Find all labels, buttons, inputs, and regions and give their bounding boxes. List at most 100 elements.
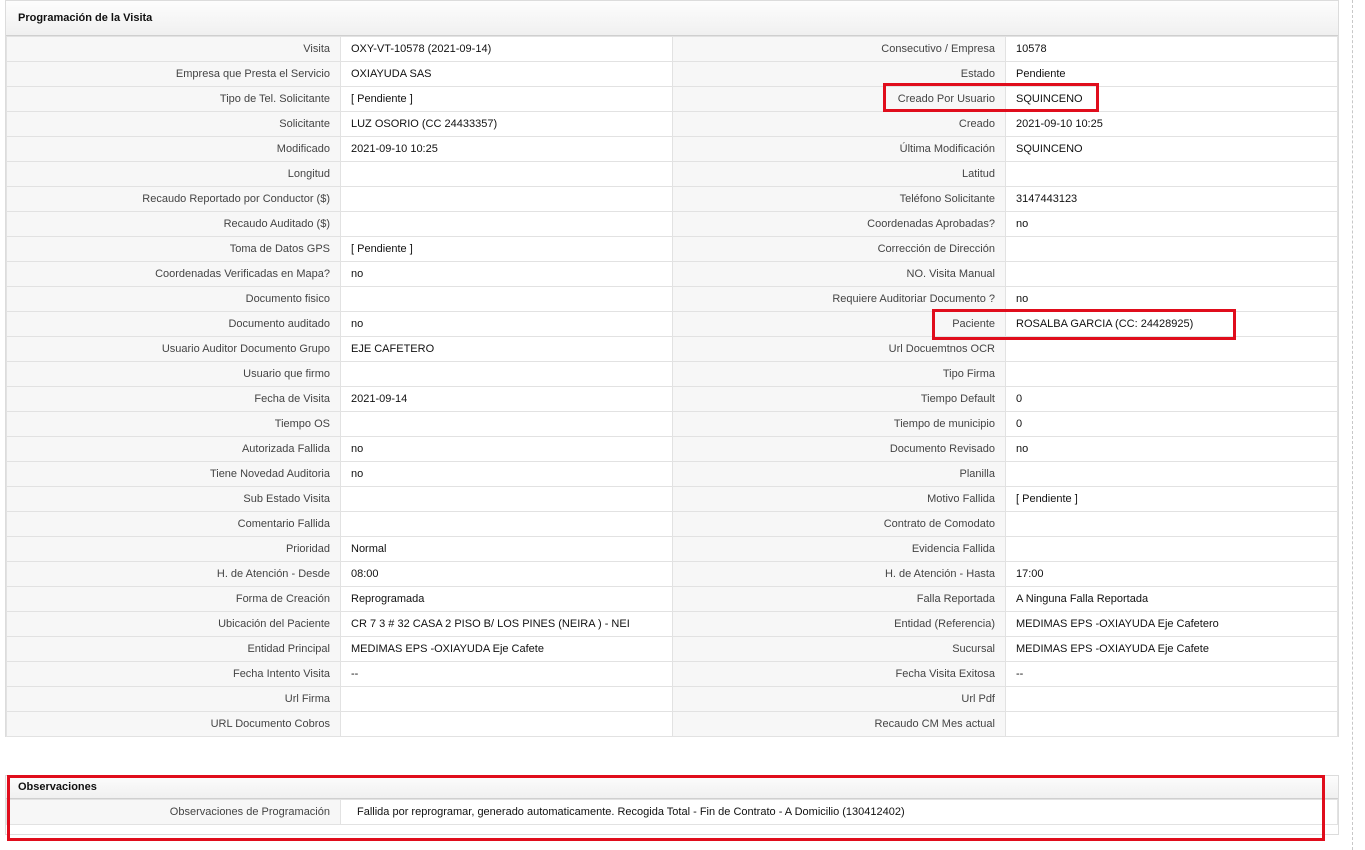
field-value bbox=[340, 686, 673, 712]
table-row: Solicitante LUZ OSORIO (CC 24433357) Cread… bbox=[6, 111, 1338, 137]
field-value bbox=[340, 186, 673, 212]
field-label: Fecha Visita Exitosa bbox=[672, 661, 1006, 687]
observaciones-panel: Observaciones Observaciones de Programac… bbox=[5, 775, 1339, 835]
field-value: MEDIMAS EPS -OXIAYUDA Eje Cafete bbox=[340, 636, 673, 662]
table-row: Observaciones de Programación Fallida po… bbox=[6, 799, 1338, 825]
field-label: H. de Atención - Hasta bbox=[672, 561, 1006, 587]
table-row: Sub Estado Visita Motivo Fallida[ Pendien… bbox=[6, 486, 1338, 512]
table-row: Autorizada Fallida no Documento Revisado … bbox=[6, 436, 1338, 462]
observaciones-title: Observaciones bbox=[6, 776, 1338, 799]
field-label: Url Firma bbox=[6, 686, 341, 712]
field-value: MEDIMAS EPS -OXIAYUDA Eje Cafetero bbox=[1005, 611, 1338, 637]
table-row: Prioridad Normal Evidencia Fallida bbox=[6, 536, 1338, 562]
field-value: 0 bbox=[1005, 411, 1338, 437]
table-row: Entidad Principal MEDIMAS EPS -OXIAYUDA E… bbox=[6, 636, 1338, 662]
field-value bbox=[340, 411, 673, 437]
field-label: Evidencia Fallida bbox=[672, 536, 1006, 562]
field-value bbox=[1005, 686, 1338, 712]
field-value: 2021-09-10 10:25 bbox=[340, 136, 673, 162]
field-value: 08:00 bbox=[340, 561, 673, 587]
table-row: URL Documento Cobros Recaudo CM Mes actua… bbox=[6, 711, 1338, 737]
field-value bbox=[340, 286, 673, 312]
table-row: Usuario que firmo Tipo Firma bbox=[6, 361, 1338, 387]
field-value: EJE CAFETERO bbox=[340, 336, 673, 362]
field-value: SQUINCENO bbox=[1005, 86, 1338, 112]
table-row: Fecha Intento Visita -- Fecha Visita Exit… bbox=[6, 661, 1338, 687]
field-value: [ Pendiente ] bbox=[340, 236, 673, 262]
field-value: ROSALBA GARCIA (CC: 24428925) bbox=[1005, 311, 1338, 337]
field-label: Tiene Novedad Auditoria bbox=[6, 461, 341, 487]
table-row: Fecha de Visita 2021-09-14 Tiempo Default… bbox=[6, 386, 1338, 412]
field-value: Pendiente bbox=[1005, 61, 1338, 87]
field-value bbox=[1005, 336, 1338, 362]
field-label: NO. Visita Manual bbox=[672, 261, 1006, 287]
field-value bbox=[1005, 236, 1338, 262]
field-value: LUZ OSORIO (CC 24433357) bbox=[340, 111, 673, 137]
table-row: Recaudo Auditado ($) Coordenadas Aprobada… bbox=[6, 211, 1338, 237]
field-value: MEDIMAS EPS -OXIAYUDA Eje Cafete bbox=[1005, 636, 1338, 662]
field-label: Forma de Creación bbox=[6, 586, 341, 612]
field-label: Empresa que Presta el Servicio bbox=[6, 61, 341, 87]
field-label: Visita bbox=[6, 36, 341, 62]
field-label: Tipo de Tel. Solicitante bbox=[6, 86, 341, 112]
field-value bbox=[1005, 361, 1338, 387]
field-value: 2021-09-14 bbox=[340, 386, 673, 412]
dashed-divider bbox=[1352, 0, 1353, 850]
field-value: Reprogramada bbox=[340, 586, 673, 612]
table-row: Comentario Fallida Contrato de Comodato bbox=[6, 511, 1338, 537]
field-value: -- bbox=[1005, 661, 1338, 687]
table-row: Usuario Auditor Documento Grupo EJE CAFET… bbox=[6, 336, 1338, 362]
field-label: Latitud bbox=[672, 161, 1006, 187]
field-label: Corrección de Dirección bbox=[672, 236, 1006, 262]
field-label: Recaudo Auditado ($) bbox=[6, 211, 341, 237]
field-label: Modificado bbox=[6, 136, 341, 162]
field-label: Creado Por Usuario bbox=[672, 86, 1006, 112]
table-row: Coordenadas Verificadas en Mapa? no NO. V… bbox=[6, 261, 1338, 287]
field-label: Coordenadas Verificadas en Mapa? bbox=[6, 261, 341, 287]
field-value: no bbox=[1005, 211, 1338, 237]
table-row: Tiene Novedad Auditoria no Planilla bbox=[6, 461, 1338, 487]
field-value: no bbox=[340, 261, 673, 287]
field-label: Recaudo Reportado por Conductor ($) bbox=[6, 186, 341, 212]
field-label: Prioridad bbox=[6, 536, 341, 562]
table-row: Documento auditado no Paciente ROSALBA GAR… bbox=[6, 311, 1338, 337]
field-label: Observaciones de Programación bbox=[6, 799, 341, 825]
table-row: Empresa que Presta el Servicio OXIAYUDA S… bbox=[6, 61, 1338, 87]
field-value bbox=[1005, 711, 1338, 737]
field-label: Fecha Intento Visita bbox=[6, 661, 341, 687]
table-row: Tipo de Tel. Solicitante[ Pendiente ] Cre… bbox=[6, 86, 1338, 112]
field-label: Contrato de Comodato bbox=[672, 511, 1006, 537]
field-value: Normal bbox=[340, 536, 673, 562]
field-label: H. de Atención - Desde bbox=[6, 561, 341, 587]
observaciones-table: Observaciones de Programación Fallida po… bbox=[6, 799, 1338, 825]
field-label: Estado bbox=[672, 61, 1006, 87]
field-value: 0 bbox=[1005, 386, 1338, 412]
field-label: Fecha de Visita bbox=[6, 386, 341, 412]
programacion-table: Visita OXY-VT-10578 (2021-09-14) Consecuti… bbox=[6, 36, 1338, 737]
field-value: no bbox=[1005, 436, 1338, 462]
table-row: Documento fisico Requiere Auditoriar Docu… bbox=[6, 286, 1338, 312]
field-value: 10578 bbox=[1005, 36, 1338, 62]
field-label: Toma de Datos GPS bbox=[6, 236, 341, 262]
table-row: Tiempo OS Tiempo de municipio 0 bbox=[6, 411, 1338, 437]
field-label: Recaudo CM Mes actual bbox=[672, 711, 1006, 737]
field-value bbox=[340, 511, 673, 537]
field-label: URL Documento Cobros bbox=[6, 711, 341, 737]
table-row: Longitud Latitud bbox=[6, 161, 1338, 187]
field-label: Usuario que firmo bbox=[6, 361, 341, 387]
field-label: Teléfono Solicitante bbox=[672, 186, 1006, 212]
field-label: Usuario Auditor Documento Grupo bbox=[6, 336, 341, 362]
field-label: Creado bbox=[672, 111, 1006, 137]
field-value bbox=[1005, 536, 1338, 562]
field-value: [ Pendiente ] bbox=[340, 86, 673, 112]
table-row: Url Firma Url Pdf bbox=[6, 686, 1338, 712]
field-label: Sucursal bbox=[672, 636, 1006, 662]
field-label: Documento auditado bbox=[6, 311, 341, 337]
field-value bbox=[1005, 511, 1338, 537]
field-value: no bbox=[340, 436, 673, 462]
field-value: [ Pendiente ] bbox=[1005, 486, 1338, 512]
field-value: no bbox=[1005, 286, 1338, 312]
field-label: Motivo Fallida bbox=[672, 486, 1006, 512]
field-value: 17:00 bbox=[1005, 561, 1338, 587]
field-label: Entidad Principal bbox=[6, 636, 341, 662]
